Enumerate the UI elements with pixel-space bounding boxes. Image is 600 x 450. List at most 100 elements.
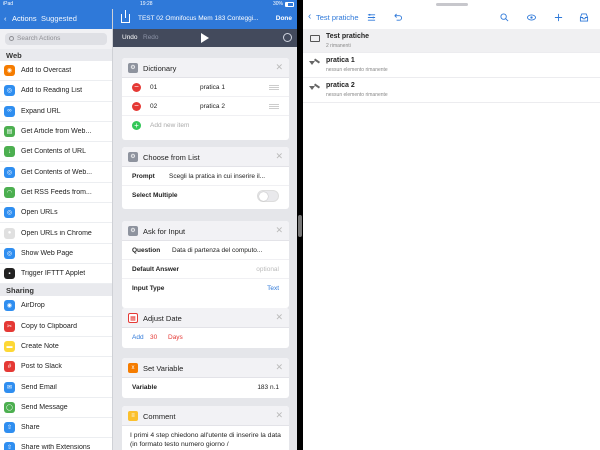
action-item[interactable]: ◎ Show Web Page: [0, 243, 112, 264]
redo-button[interactable]: Redo: [143, 34, 159, 41]
dictionary-icon: ⚙: [128, 63, 138, 73]
action-item[interactable]: ◎ Get Contents of Web...: [0, 162, 112, 183]
action-item[interactable]: ⇧ Share: [0, 418, 112, 439]
disclosure-triangle-icon[interactable]: [309, 61, 315, 65]
action-item-label: Open URLs in Chrome: [21, 229, 92, 237]
action-item[interactable]: ✉ Send Email: [0, 377, 112, 398]
task-row[interactable]: pratica 2 nessun elemento rimanente: [303, 78, 600, 103]
default-answer-input[interactable]: optional: [256, 266, 279, 273]
close-icon[interactable]: ✕: [275, 151, 283, 162]
action-item[interactable]: ◎ Open URLs: [0, 203, 112, 224]
share-icon[interactable]: [121, 10, 130, 23]
action-item[interactable]: ▪ Trigger IFTTT Applet: [0, 263, 112, 285]
action-item[interactable]: ◉ AirDrop: [0, 296, 112, 317]
disclosure-triangle-icon[interactable]: [309, 86, 315, 90]
variable-label: Variable: [132, 384, 157, 391]
task-subtitle: nessun elemento rimanente: [326, 67, 388, 73]
variable-value[interactable]: 183 n.1: [257, 384, 279, 391]
delete-row-icon[interactable]: −: [132, 83, 141, 92]
add-item-row[interactable]: + Add new item: [122, 116, 289, 135]
split-handle[interactable]: [298, 215, 302, 237]
question-row[interactable]: Question Data di partenza del computo...: [122, 241, 289, 260]
back-chevron-icon[interactable]: ‹: [4, 14, 7, 23]
view-options-icon[interactable]: [527, 13, 536, 22]
input-type-row[interactable]: Input Type Text: [122, 279, 289, 298]
comment-text[interactable]: I primi 4 step chiedono all'utente di in…: [122, 426, 289, 450]
action-item[interactable]: ↓ Get Contents of URL: [0, 142, 112, 163]
add-icon[interactable]: +: [132, 121, 141, 130]
action-item[interactable]: # Post to Slack: [0, 357, 112, 378]
dict-key[interactable]: 01: [150, 84, 157, 91]
ask-for-input-card[interactable]: ⚙ Ask for Input ✕ Question Data di parte…: [122, 221, 289, 308]
input-icon: ⚙: [128, 226, 138, 236]
task-title[interactable]: pratica 1: [326, 57, 355, 64]
task-title[interactable]: pratica 2: [326, 82, 355, 89]
actions-title[interactable]: Actions: [12, 14, 37, 23]
add-item-label[interactable]: Add new item: [150, 122, 189, 129]
action-item[interactable]: ⇧ Share with Extensions: [0, 438, 112, 450]
list-icon: ⚙: [128, 152, 138, 162]
multitasking-pill[interactable]: [436, 3, 468, 6]
reorder-handle-icon[interactable]: [269, 85, 279, 90]
dict-key[interactable]: 02: [150, 103, 157, 110]
back-button[interactable]: Test pratiche: [316, 13, 359, 22]
outline-filter-icon[interactable]: [367, 13, 376, 22]
comment-card[interactable]: ≡ Comment ✕ I primi 4 step chiedono all'…: [122, 406, 289, 450]
adjust-amount[interactable]: 30: [150, 334, 157, 341]
project-title[interactable]: Test pratiche: [326, 33, 369, 40]
done-button[interactable]: Done: [276, 15, 292, 22]
action-item[interactable]: ◉ Add to Overcast: [0, 61, 112, 82]
action-item[interactable]: ◎ Add to Reading List: [0, 81, 112, 102]
carrier-label: iPad: [3, 1, 14, 7]
search-input[interactable]: Search Actions: [5, 33, 107, 45]
share-icon: ⇧: [4, 422, 15, 434]
default-answer-row[interactable]: Default Answer optional: [122, 260, 289, 279]
adjust-unit[interactable]: Days: [168, 334, 183, 341]
set-variable-card[interactable]: x Set Variable ✕ Variable 183 n.1: [122, 358, 289, 398]
close-icon[interactable]: ✕: [275, 225, 283, 236]
action-item-label: Get Contents of URL: [21, 148, 86, 156]
project-row[interactable]: Test pratiche 2 rimanenti: [303, 29, 600, 53]
search-icon: [9, 36, 14, 41]
choose-from-list-card[interactable]: ⚙ Choose from List ✕ Prompt Scegli la pr…: [122, 147, 289, 209]
workflow-title[interactable]: TEST 02 Omnifocus Mem 183 Conteggi...: [138, 15, 268, 22]
gear-icon[interactable]: [283, 33, 292, 42]
suggested-tab[interactable]: Suggested: [41, 14, 77, 23]
action-item-label: Expand URL: [21, 107, 61, 115]
action-item[interactable]: ● Open URLs in Chrome: [0, 223, 112, 244]
action-item[interactable]: ◠ Get RSS Feeds from...: [0, 182, 112, 204]
task-row[interactable]: pratica 1 nessun elemento rimanente: [303, 53, 600, 78]
variable-row[interactable]: Variable 183 n.1: [122, 378, 289, 397]
card-title: Dictionary: [143, 64, 177, 73]
close-icon[interactable]: ✕: [275, 410, 283, 421]
dict-value[interactable]: pratica 1: [200, 84, 225, 91]
close-icon[interactable]: ✕: [275, 62, 283, 73]
undo-button[interactable]: Undo: [122, 34, 138, 41]
delete-row-icon[interactable]: −: [132, 102, 141, 111]
select-multiple-toggle[interactable]: [257, 190, 279, 202]
action-item[interactable]: ◯ Send Message: [0, 397, 112, 419]
dictionary-card[interactable]: ⚙ Dictionary ✕ − 01 pratica 1 − 02 prati…: [122, 58, 289, 140]
action-item[interactable]: ▬ Create Note: [0, 336, 112, 358]
add-icon[interactable]: [554, 13, 563, 22]
action-item[interactable]: ▤ Get Article from Web...: [0, 121, 112, 143]
search-icon[interactable]: [500, 13, 509, 22]
inbox-icon[interactable]: [579, 13, 589, 22]
close-icon[interactable]: ✕: [275, 362, 283, 373]
question-value[interactable]: Data di partenza del computo...: [172, 247, 282, 254]
slack-icon: #: [4, 361, 15, 373]
dict-value[interactable]: pratica 2: [200, 103, 225, 110]
adjust-operation[interactable]: Add: [132, 334, 144, 341]
adjust-date-card[interactable]: ▦ Adjust Date ✕ Add 30 Days: [122, 308, 289, 348]
reorder-handle-icon[interactable]: [269, 104, 279, 109]
prompt-value[interactable]: Scegli la pratica in cui inserire il...: [169, 173, 281, 180]
prompt-row[interactable]: Prompt Scegli la pratica in cui inserire…: [122, 167, 289, 186]
input-type-value[interactable]: Text: [267, 285, 279, 292]
close-icon[interactable]: ✕: [275, 312, 283, 323]
undo-icon[interactable]: [393, 13, 402, 22]
action-item[interactable]: ✂ Copy to Clipboard: [0, 316, 112, 337]
back-chevron-icon[interactable]: ‹: [308, 11, 311, 22]
link-icon: ∞: [4, 105, 15, 117]
action-item[interactable]: ∞ Expand URL: [0, 101, 112, 122]
play-icon[interactable]: [201, 33, 209, 43]
